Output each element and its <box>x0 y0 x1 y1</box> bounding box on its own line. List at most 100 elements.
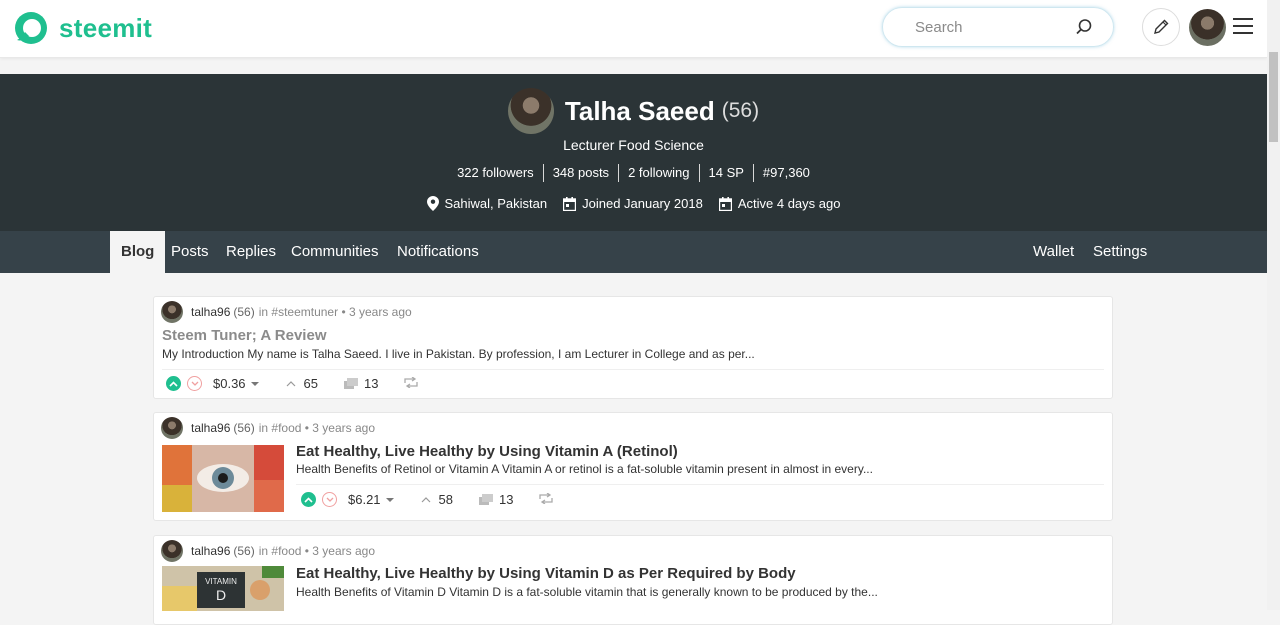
post-thumbnail[interactable] <box>162 445 284 512</box>
author-name[interactable]: talha96 <box>191 544 230 558</box>
following-count[interactable]: 2 following <box>618 164 698 182</box>
author-avatar[interactable] <box>161 540 183 562</box>
steem-power: 14 SP <box>698 164 753 182</box>
submit-post-button[interactable] <box>1142 8 1180 46</box>
joined-text: Joined January 2018 <box>582 196 703 211</box>
profile-reputation: (56) <box>721 99 760 122</box>
steemit-logo[interactable]: steemit <box>13 10 152 46</box>
brand-name: steemit <box>59 12 153 43</box>
pencil-icon <box>1154 19 1169 34</box>
location-pin-icon <box>426 196 439 211</box>
payout-value: $6.21 <box>348 492 381 507</box>
rank: #97,360 <box>752 164 819 182</box>
divider <box>162 369 1104 370</box>
author-avatar[interactable] <box>161 301 183 323</box>
upvote-button[interactable] <box>166 376 181 391</box>
post-actions: $6.21 58 13 <box>301 492 554 507</box>
thumbnail-text: D <box>216 587 226 603</box>
steemit-logo-icon <box>15 12 47 44</box>
post-time[interactable]: • 3 years ago <box>305 544 375 558</box>
profile-about: Lecturer Food Science <box>563 137 704 153</box>
comments-value: 13 <box>364 376 379 391</box>
post-actions: $0.36 65 13 <box>166 376 419 391</box>
tab-wallet[interactable]: Wallet <box>1022 231 1085 273</box>
post-meta: talha96 (56) in #food • 3 years ago <box>161 417 375 439</box>
author-name[interactable]: talha96 <box>191 421 230 435</box>
post-community[interactable]: in #steemtuner <box>259 305 338 319</box>
tab-communities[interactable]: Communities <box>280 231 390 273</box>
active-text: Active 4 days ago <box>737 196 841 211</box>
post-card[interactable]: talha96 (56) in #food • 3 years ago VITA… <box>153 535 1113 625</box>
post-card[interactable]: talha96 (56) in #steemtuner • 3 years ag… <box>153 296 1113 399</box>
comments-count[interactable]: 13 <box>479 492 513 507</box>
votes-value: 58 <box>438 492 454 507</box>
comments-value: 13 <box>499 492 514 507</box>
scrollbar-thumb[interactable] <box>1269 52 1278 142</box>
post-excerpt[interactable]: Health Benefits of Vitamin D Vitamin D i… <box>296 585 878 599</box>
post-time[interactable]: • 3 years ago <box>305 421 375 435</box>
followers-count[interactable]: 322 followers <box>448 164 543 182</box>
post-thumbnail[interactable]: VITAMIN D <box>162 566 284 611</box>
post-excerpt[interactable]: My Introduction My name is Talha Saeed. … <box>162 347 755 361</box>
search-icon[interactable] <box>1075 18 1093 36</box>
post-time[interactable]: • 3 years ago <box>341 305 411 319</box>
voters-count[interactable]: 65 <box>286 376 318 391</box>
post-meta: talha96 (56) in #food • 3 years ago <box>161 540 375 562</box>
chevron-up-icon <box>421 496 430 502</box>
top-header: steemit <box>0 0 1267 58</box>
votes-value: 65 <box>303 376 319 391</box>
post-community[interactable]: in #food <box>259 421 302 435</box>
post-card[interactable]: talha96 (56) in #food • 3 years ago Eat … <box>153 412 1113 521</box>
post-excerpt[interactable]: Health Benefits of Retinol or Vitamin A … <box>296 462 873 476</box>
page-scrollbar[interactable] <box>1267 0 1280 610</box>
tab-posts[interactable]: Posts <box>160 231 220 273</box>
post-title[interactable]: Eat Healthy, Live Healthy by Using Vitam… <box>296 565 796 582</box>
profile-name: Talha Saeed <box>564 95 715 126</box>
comments-count[interactable]: 13 <box>344 376 378 391</box>
profile-banner: Talha Saeed (56) Lecturer Food Science 3… <box>0 74 1267 231</box>
tab-replies[interactable]: Replies <box>215 231 287 273</box>
search-box[interactable] <box>882 7 1114 47</box>
profile-stats: 322 followers 348 posts 2 following 14 S… <box>0 164 1267 182</box>
joined-date: Joined January 2018 <box>563 196 703 211</box>
caret-down-icon <box>250 381 259 386</box>
caret-down-icon <box>385 497 394 502</box>
post-title[interactable]: Eat Healthy, Live Healthy by Using Vitam… <box>296 443 678 460</box>
search-input[interactable] <box>913 17 1067 37</box>
reblog-icon[interactable] <box>404 376 419 391</box>
chevron-down-icon <box>326 497 333 502</box>
chevron-up-icon <box>286 380 295 386</box>
location: Sahiwal, Pakistan <box>426 196 548 211</box>
location-text: Sahiwal, Pakistan <box>444 196 548 211</box>
thumbnail-text: VITAMIN <box>205 577 237 586</box>
profile-meta: Sahiwal, Pakistan Joined January 2018 Ac… <box>0 196 1267 211</box>
hamburger-icon[interactable] <box>1233 18 1253 36</box>
divider <box>296 484 1104 485</box>
voters-count[interactable]: 58 <box>421 492 453 507</box>
chevron-up-icon <box>169 380 178 387</box>
post-community[interactable]: in #food <box>259 544 302 558</box>
payout-dropdown[interactable]: $6.21 <box>348 492 395 507</box>
comments-icon <box>344 377 359 389</box>
post-title[interactable]: Steem Tuner; A Review <box>162 327 327 344</box>
profile-name-row: Talha Saeed (56) <box>0 88 1267 134</box>
author-avatar[interactable] <box>161 417 183 439</box>
author-name[interactable]: talha96 <box>191 305 230 319</box>
downvote-button[interactable] <box>187 376 202 391</box>
author-reputation: (56) <box>233 421 255 435</box>
author-reputation: (56) <box>233 305 255 319</box>
payout-value: $0.36 <box>213 376 246 391</box>
user-avatar[interactable] <box>1189 9 1226 46</box>
chevron-up-icon <box>304 496 313 503</box>
last-active: Active 4 days ago <box>718 196 841 211</box>
calendar-icon <box>563 196 577 211</box>
calendar-icon <box>718 196 732 211</box>
upvote-button[interactable] <box>301 492 316 507</box>
downvote-button[interactable] <box>322 492 337 507</box>
reblog-icon[interactable] <box>539 492 554 507</box>
tab-notifications[interactable]: Notifications <box>386 231 490 273</box>
payout-dropdown[interactable]: $0.36 <box>213 376 260 391</box>
chevron-down-icon <box>191 381 198 386</box>
tab-blog[interactable]: Blog <box>110 231 166 273</box>
tab-settings[interactable]: Settings <box>1082 231 1158 273</box>
